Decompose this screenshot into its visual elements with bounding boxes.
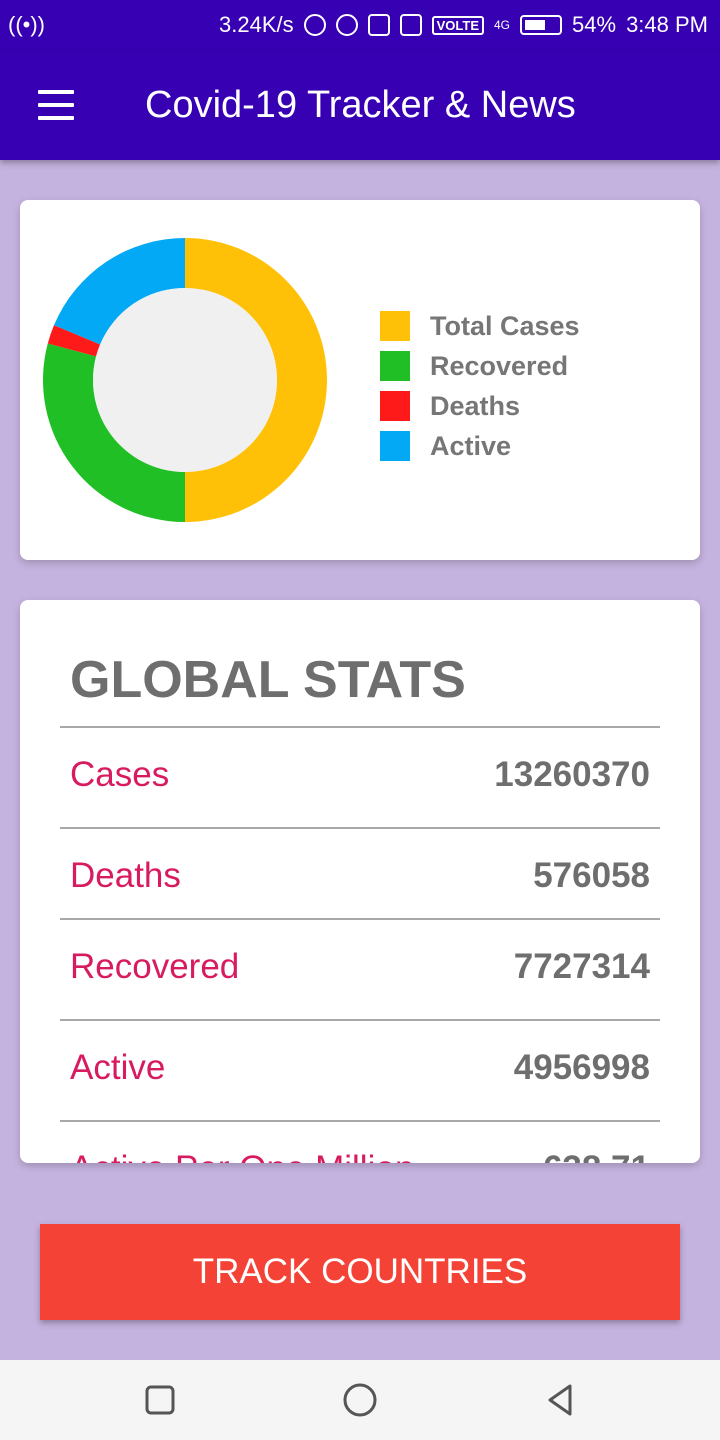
stat-label: Recovered xyxy=(70,947,240,986)
legend-item: Active xyxy=(380,426,580,466)
clock: 3:48 PM xyxy=(626,12,708,37)
stat-label: Active xyxy=(70,1048,166,1087)
back-triangle-icon[interactable] xyxy=(540,1380,580,1420)
stats-title: GLOBAL STATS xyxy=(70,651,466,709)
stat-value: 13260370 xyxy=(494,755,650,794)
legend-swatch xyxy=(380,391,410,421)
stat-row-active: Active 4956998 xyxy=(60,1048,660,1108)
divider xyxy=(60,1019,660,1021)
volte-badge: VOLTE xyxy=(431,15,484,35)
battery-icon xyxy=(520,15,563,35)
legend-item: Recovered xyxy=(380,346,580,386)
legend-label: Total Cases xyxy=(430,310,580,341)
network-type: 4G xyxy=(494,18,511,32)
wifi-icon xyxy=(335,14,358,36)
donut-hole xyxy=(93,288,277,472)
global-stats-card: GLOBAL STATS Cases 13260370 Deaths 57605… xyxy=(20,600,700,1163)
signal-icon xyxy=(399,14,422,36)
legend-item: Deaths xyxy=(380,386,580,426)
legend-item: Total Cases xyxy=(380,306,580,346)
stat-row-deaths: Deaths 576058 xyxy=(60,856,660,916)
divider xyxy=(60,918,660,920)
legend-label: Recovered xyxy=(430,350,569,381)
app-title: Covid-19 Tracker & News xyxy=(145,84,576,126)
home-circle-icon[interactable] xyxy=(340,1380,380,1420)
stat-value: 638.71 xyxy=(543,1149,650,1163)
legend-swatch xyxy=(380,431,410,461)
battery-percent: 54% xyxy=(572,12,617,37)
legend-swatch xyxy=(380,351,410,381)
legend-swatch xyxy=(380,311,410,341)
stat-value: 4956998 xyxy=(513,1048,650,1087)
status-bar: ((•)) 3.24K/s VOLTE 4G 54% 3:48 PM xyxy=(0,0,720,52)
track-countries-button[interactable]: TRACK COUNTRIES xyxy=(40,1224,680,1320)
hamburger-menu-icon[interactable] xyxy=(30,88,82,122)
divider xyxy=(60,1120,660,1122)
stat-row-active-per-million: Active Per One Million 638.71 xyxy=(60,1149,660,1163)
chart-card: Total Cases Recovered Deaths Active xyxy=(20,200,700,560)
stat-label: Deaths xyxy=(70,856,181,895)
stat-label: Active Per One Million xyxy=(70,1149,414,1163)
chart-legend: Total Cases Recovered Deaths Active xyxy=(380,306,580,466)
stat-label: Cases xyxy=(70,755,170,794)
vibrate-icon xyxy=(367,14,390,36)
recents-square-icon[interactable] xyxy=(140,1380,180,1420)
headphones-icon xyxy=(303,14,326,36)
app-bar: Covid-19 Tracker & News xyxy=(0,52,720,160)
donut-chart xyxy=(42,238,327,522)
stat-row-cases: Cases 13260370 xyxy=(60,755,660,815)
navigation-bar xyxy=(0,1360,720,1440)
divider xyxy=(60,827,660,829)
legend-label: Deaths xyxy=(430,390,521,421)
stat-row-recovered: Recovered 7727314 xyxy=(60,947,660,1007)
network-speed: 3.24K/s xyxy=(219,12,294,37)
status-indicators: 3.24K/s VOLTE 4G 54% 3:48 PM xyxy=(219,12,708,38)
hotspot-icon: ((•)) xyxy=(8,12,46,37)
stat-value: 576058 xyxy=(533,856,650,895)
stat-value: 7727314 xyxy=(513,947,650,986)
legend-label: Active xyxy=(430,430,512,461)
divider xyxy=(60,726,660,728)
